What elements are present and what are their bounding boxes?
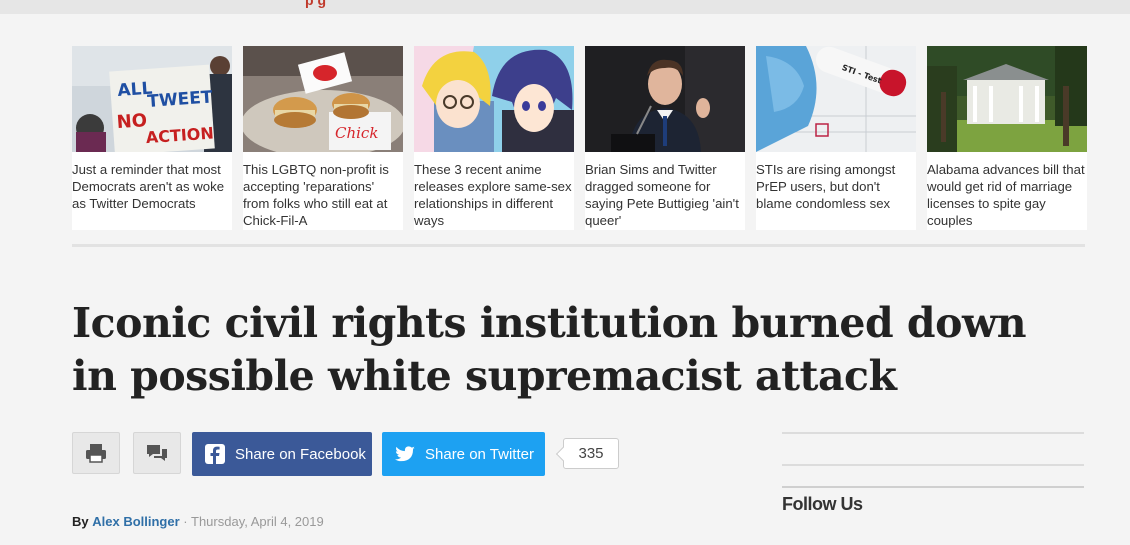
section-divider (72, 244, 1085, 247)
author-link[interactable]: Alex Bollinger (92, 514, 179, 529)
top-nav-partial-text[interactable]: p g (305, 0, 326, 8)
related-story-card[interactable]: Chick This LGBTQ non-profit is accepting… (243, 46, 403, 230)
follow-us-title: Follow Us (782, 494, 863, 514)
comments-button[interactable] (133, 432, 181, 474)
chick-fil-a-sandwiches-photo: Chick (243, 46, 403, 152)
byline-separator: · (179, 514, 191, 529)
related-story-title[interactable]: Just a reminder that most Democrats aren… (72, 161, 232, 212)
facebook-icon (205, 444, 225, 464)
related-story-card[interactable]: These 3 recent anime releases explore sa… (414, 46, 574, 230)
share-facebook-button[interactable]: Share on Facebook (192, 432, 372, 476)
sti-test-tube-photo: STI - Test (756, 46, 916, 152)
share-twitter-button[interactable]: Share on Twitter (382, 432, 545, 476)
related-story-title[interactable]: Alabama advances bill that would get rid… (927, 161, 1087, 229)
print-button[interactable] (72, 432, 120, 474)
byline-prefix: By (72, 514, 89, 529)
article-byline: By Alex Bollinger · Thursday, April 4, 2… (72, 514, 324, 529)
sidebar-divider (782, 486, 1084, 488)
printer-icon (86, 444, 106, 463)
related-story-card[interactable]: Brian Sims and Twitter dragged someone f… (585, 46, 745, 230)
related-story-title[interactable]: Brian Sims and Twitter dragged someone f… (585, 161, 745, 229)
related-story-card[interactable]: ALL TWEET NO ACTION Just a reminder that… (72, 46, 232, 230)
related-stories: ALL TWEET NO ACTION Just a reminder that… (72, 46, 1087, 230)
sidebar-divider (782, 464, 1084, 466)
related-story-title[interactable]: This LGBTQ non-profit is accepting 'repa… (243, 161, 403, 229)
related-story-card[interactable]: Alabama advances bill that would get rid… (927, 46, 1087, 230)
share-twitter-label: Share on Twitter (425, 445, 534, 463)
svg-text:NO: NO (116, 110, 148, 133)
share-facebook-label: Share on Facebook (235, 445, 366, 463)
top-nav-bar: p g (0, 0, 1130, 14)
twitter-icon (395, 445, 415, 461)
related-story-title[interactable]: STIs are rising amongst PrEP users, but … (756, 161, 916, 212)
sidebar-divider (782, 432, 1084, 434)
comments-icon (147, 445, 167, 461)
article-headline: Iconic civil rights institution burned d… (72, 299, 1027, 400)
southern-mansion-photo (927, 46, 1087, 152)
article-date: Thursday, April 4, 2019 (191, 514, 324, 529)
related-story-title[interactable]: These 3 recent anime releases explore sa… (414, 161, 574, 229)
anime-characters-illustration (414, 46, 574, 152)
related-story-card[interactable]: STI - Test STIs are rising amongst PrEP … (756, 46, 916, 230)
protest-sign-photo: ALL TWEET NO ACTION (72, 46, 232, 152)
share-count: 335 (563, 438, 619, 469)
speaker-at-podium-photo (585, 46, 745, 152)
svg-text:Chick: Chick (335, 124, 378, 142)
